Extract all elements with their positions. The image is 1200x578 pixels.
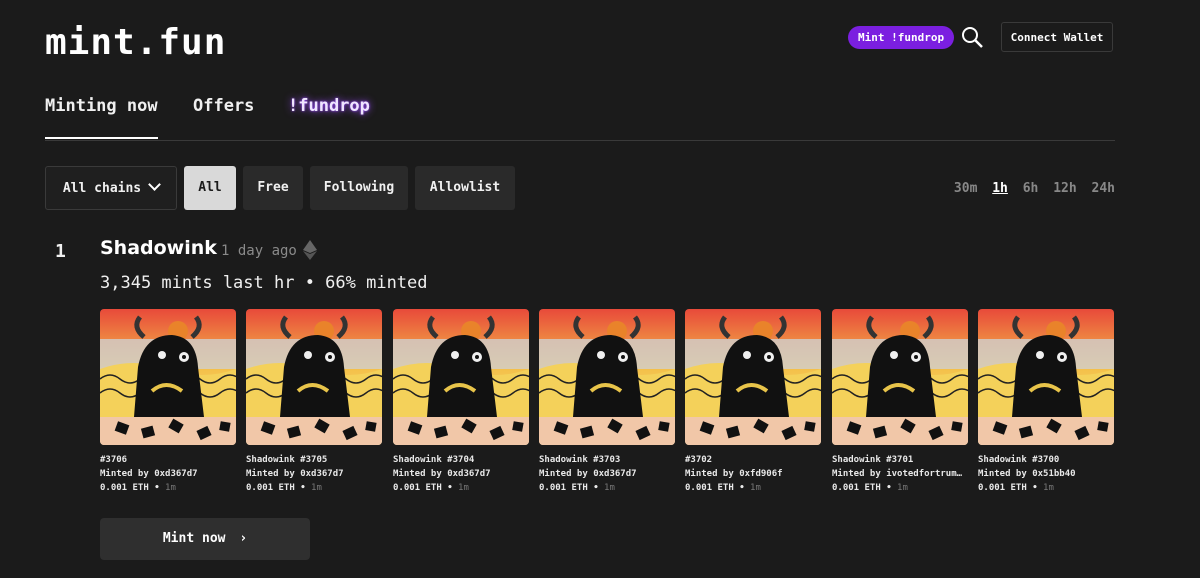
chains-dropdown-label: All chains (62, 181, 142, 196)
mint-age: 1m (1043, 483, 1054, 493)
minted-by-label: Minted by (100, 469, 155, 479)
mint-card-minter-line: Minted by 0xd367d7 (246, 467, 382, 481)
mint-card-minter-line: Minted by 0xd367d7 (100, 467, 236, 481)
mint-card-title: #3702 (685, 455, 713, 465)
minted-by-label: Minted by (246, 469, 301, 479)
filter-all[interactable]: All (184, 166, 236, 210)
mint-now-button[interactable]: Mint now › (100, 518, 310, 560)
mint-card-minter-line: Minted by ivotedfortrum… (832, 467, 968, 481)
minter-address[interactable]: 0xd367d7 (447, 469, 490, 479)
mint-card-title: Shadowink #3704 (393, 455, 475, 465)
chevron-down-icon (148, 178, 162, 191)
mint-card[interactable]: Shadowink #3700 Minted by 0x51bb40 0.001… (978, 309, 1114, 495)
minted-by-label: Minted by (539, 469, 594, 479)
mint-price: 0.001 ETH (978, 483, 1027, 493)
connect-wallet-button[interactable]: Connect Wallet (1001, 22, 1113, 52)
mint-card-title: Shadowink #3703 (539, 455, 621, 465)
nft-thumbnail[interactable] (393, 309, 529, 445)
minter-address[interactable]: 0x51bb40 (1032, 469, 1075, 479)
mint-card-minter-line: Minted by 0xfd906f (685, 467, 821, 481)
time-30m[interactable]: 30m (954, 181, 977, 196)
mint-card[interactable]: #3706 Minted by 0xd367d7 0.001 ETH • 1m (100, 309, 236, 495)
mint-age: 1m (458, 483, 469, 493)
mint-price: 0.001 ETH (832, 483, 881, 493)
mint-card[interactable]: Shadowink #3701 Minted by ivotedfortrum…… (832, 309, 968, 495)
nft-thumbnail[interactable] (685, 309, 821, 445)
ethereum-icon (303, 240, 317, 260)
mint-age: 1m (311, 483, 322, 493)
filter-allowlist[interactable]: Allowlist (415, 166, 515, 210)
filter-free[interactable]: Free (243, 166, 303, 210)
logo[interactable]: mint.fun (45, 22, 226, 63)
minted-by-label: Minted by (832, 469, 887, 479)
minter-address[interactable]: 0xd367d7 (154, 469, 197, 479)
mint-age: 1m (165, 483, 176, 493)
minter-address[interactable]: ivotedfortrum… (886, 469, 962, 479)
tab-fundrop[interactable]: !fundrop (288, 96, 370, 116)
collection-age: 1 day ago (221, 243, 297, 259)
mint-card[interactable]: Shadowink #3703 Minted by 0xd367d7 0.001… (539, 309, 675, 495)
mint-now-label: Mint now (162, 531, 226, 546)
time-range-filters: 30m 1h 6h 12h 24h (947, 181, 1115, 196)
mint-card-title: Shadowink #3705 (246, 455, 328, 465)
nft-thumbnail[interactable] (539, 309, 675, 445)
mint-card[interactable]: Shadowink #3705 Minted by 0xd367d7 0.001… (246, 309, 382, 495)
chevron-right-icon: › (239, 531, 248, 546)
mint-card-title: #3706 (100, 455, 128, 465)
nft-thumbnail[interactable] (978, 309, 1114, 445)
mint-card[interactable]: #3702 Minted by 0xfd906f 0.001 ETH • 1m (685, 309, 821, 495)
mint-card-minter-line: Minted by 0xd367d7 (393, 467, 529, 481)
filter-following[interactable]: Following (310, 166, 408, 210)
time-6h[interactable]: 6h (1023, 181, 1039, 196)
time-24h[interactable]: 24h (1092, 181, 1115, 196)
tab-offers[interactable]: Offers (193, 96, 254, 116)
minted-by-label: Minted by (393, 469, 448, 479)
mint-card-price-line: 0.001 ETH • 1m (246, 483, 322, 493)
mint-card-title: Shadowink #3700 (978, 455, 1060, 465)
nft-thumbnail[interactable] (246, 309, 382, 445)
minted-by-label: Minted by (978, 469, 1033, 479)
mint-age: 1m (604, 483, 615, 493)
mint-card-minter-line: Minted by 0xd367d7 (539, 467, 675, 481)
nft-thumbnail[interactable] (832, 309, 968, 445)
main-tabs: Minting now Offers !fundrop (45, 96, 1115, 141)
mint-card-minter-line: Minted by 0x51bb40 (978, 467, 1114, 481)
mint-card-price-line: 0.001 ETH • 1m (978, 483, 1054, 493)
mint-card-price-line: 0.001 ETH • 1m (832, 483, 908, 493)
mint-card-price-line: 0.001 ETH • 1m (539, 483, 615, 493)
collection-name[interactable]: Shadowink (100, 237, 217, 259)
mint-price: 0.001 ETH (539, 483, 588, 493)
mint-price: 0.001 ETH (685, 483, 734, 493)
minter-address[interactable]: 0xd367d7 (593, 469, 636, 479)
minter-address[interactable]: 0xd367d7 (300, 469, 343, 479)
collection-stats: 3,345 mints last hr • 66% minted (100, 273, 428, 293)
tab-minting-now[interactable]: Minting now (45, 96, 158, 139)
mint-age: 1m (897, 483, 908, 493)
time-12h[interactable]: 12h (1053, 181, 1076, 196)
time-1h[interactable]: 1h (992, 181, 1008, 196)
search-icon[interactable] (960, 25, 984, 49)
mint-card-title: Shadowink #3701 (832, 455, 914, 465)
collection-rank: 1 (55, 241, 66, 262)
mint-price: 0.001 ETH (246, 483, 295, 493)
chains-dropdown[interactable]: All chains (45, 166, 177, 210)
nft-thumbnail[interactable] (100, 309, 236, 445)
mint-price: 0.001 ETH (393, 483, 442, 493)
mint-age: 1m (750, 483, 761, 493)
mint-card-price-line: 0.001 ETH • 1m (393, 483, 469, 493)
minted-by-label: Minted by (685, 469, 740, 479)
mint-price: 0.001 ETH (100, 483, 149, 493)
mint-card[interactable]: Shadowink #3704 Minted by 0xd367d7 0.001… (393, 309, 529, 495)
mint-fundrop-button[interactable]: Mint !fundrop (848, 26, 955, 49)
mint-card-price-line: 0.001 ETH • 1m (100, 483, 176, 493)
minter-address[interactable]: 0xfd906f (739, 469, 782, 479)
mint-card-price-line: 0.001 ETH • 1m (685, 483, 761, 493)
